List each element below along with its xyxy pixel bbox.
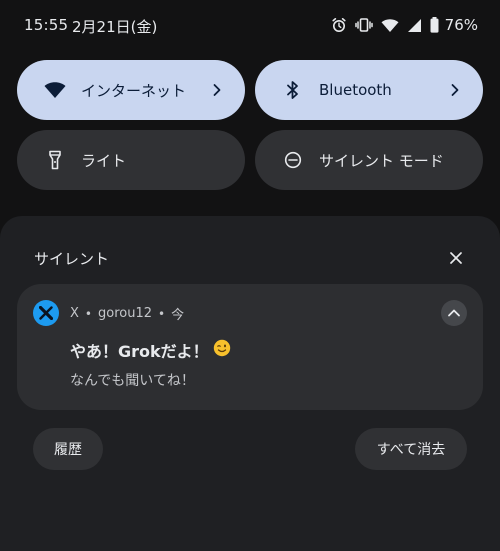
chevron-right-icon[interactable] [207, 80, 227, 100]
status-bar: 15:55 2月21日(金) 76% [0, 0, 500, 50]
vibrate-icon [354, 17, 373, 33]
tile-internet-label: インターネット [81, 81, 187, 100]
separator-dot: • [157, 306, 166, 321]
notification-header: X • gorou12 • 今 [70, 304, 184, 323]
bluetooth-icon [281, 78, 305, 102]
notification-title-text: やあ！Grokだよ！ [70, 342, 209, 361]
section-title: サイレント [34, 250, 110, 268]
notification-time: 今 [171, 308, 185, 323]
x-app-icon [33, 300, 59, 326]
tile-internet[interactable]: インターネット [17, 60, 245, 120]
clear-all-button[interactable]: すべて消去 [355, 428, 467, 470]
flashlight-icon [43, 148, 67, 172]
notification-text: なんでも聞いてね！ [70, 373, 195, 389]
chevron-right-icon[interactable] [445, 80, 465, 100]
status-time: 15:55 [24, 16, 69, 34]
wink-emoji-icon [213, 339, 231, 361]
status-icons: 76% [331, 14, 478, 36]
battery-percentage: 76% [444, 16, 478, 34]
tile-flashlight-label: ライト [81, 151, 127, 170]
signal-icon [407, 18, 422, 33]
notification-card[interactable]: X • gorou12 • 今 やあ！Grokだよ！ なんでも聞いてね！ [17, 284, 483, 410]
tile-bluetooth[interactable]: Bluetooth [255, 60, 483, 120]
notification-shade-screen: 15:55 2月21日(金) 76% インターネット Bluetooth ライト… [0, 0, 500, 551]
close-icon[interactable] [446, 248, 466, 268]
battery-icon [430, 17, 439, 33]
alarm-icon [331, 17, 347, 33]
tile-do-not-disturb-label: サイレント モード [319, 151, 444, 170]
separator-dot: • [84, 306, 92, 321]
collapse-button[interactable] [441, 300, 467, 326]
wifi-icon [43, 78, 67, 102]
notification-app-name: X [70, 306, 79, 321]
chevron-up-icon [448, 309, 460, 317]
do-not-disturb-icon [281, 148, 305, 172]
tile-bluetooth-label: Bluetooth [319, 81, 392, 99]
tile-do-not-disturb[interactable]: サイレント モード [255, 130, 483, 190]
wifi-icon [381, 18, 399, 33]
notification-title: やあ！Grokだよ！ [70, 338, 231, 362]
notification-panel: サイレント X • gorou12 • 今 やあ！Grokだよ！ なんでも聞いて… [0, 216, 500, 551]
status-date: 2月21日(金) [72, 18, 158, 36]
notification-account: gorou12 [97, 306, 152, 321]
tile-flashlight[interactable]: ライト [17, 130, 245, 190]
history-button[interactable]: 履歴 [33, 428, 103, 470]
